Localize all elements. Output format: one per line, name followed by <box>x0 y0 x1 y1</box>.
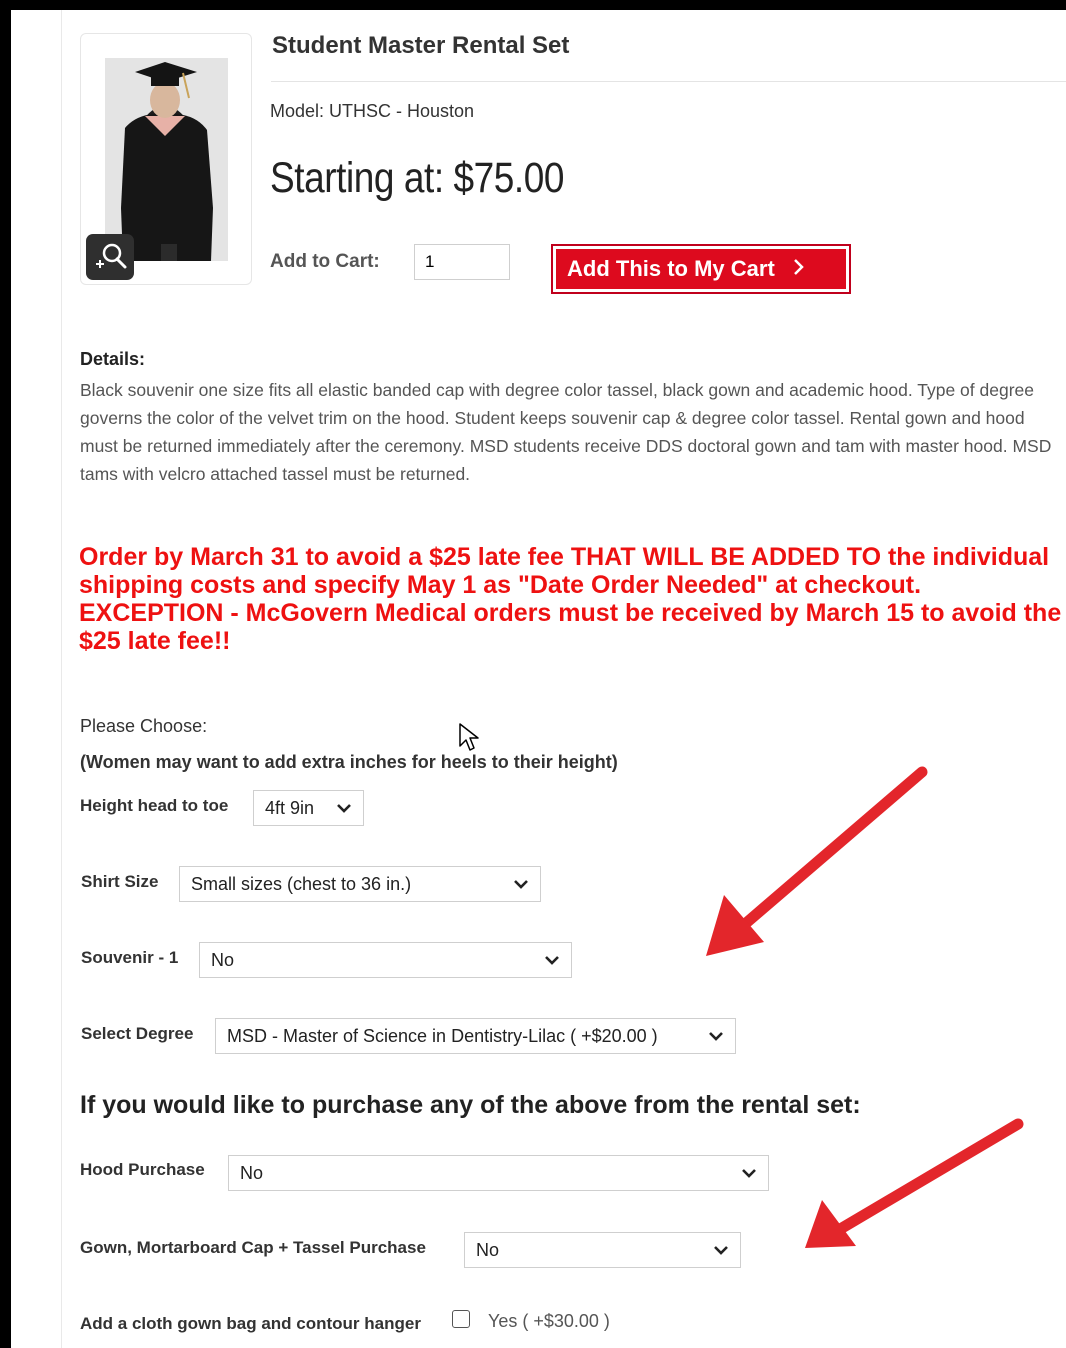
product-model: Model: UTHSC - Houston <box>270 101 475 121</box>
product-title: Student Master Rental Set <box>272 32 570 59</box>
hood-purchase-select[interactable]: No <box>228 1155 769 1191</box>
chevron-down-icon <box>709 1032 723 1041</box>
late-fee-notice: Order by March 31 to avoid a $25 late fe… <box>79 543 1062 655</box>
details-text: Black souvenir one size fits all elastic… <box>80 380 1052 484</box>
red-arrow-icon <box>805 1118 1024 1248</box>
product-photo[interactable] <box>105 58 228 261</box>
gown-purchase-select-value: No <box>476 1239 500 1260</box>
chevron-down-icon <box>545 956 559 965</box>
gown-purchase-label: Gown, Mortarboard Cap + Tassel Purchase <box>80 1238 426 1257</box>
gown-bag-option-label: Yes ( +$30.00 ) <box>488 1311 610 1331</box>
height-select-value: 4ft 9in <box>265 797 315 818</box>
product-price: Starting at: $75.00 <box>270 154 565 202</box>
add-to-cart-button[interactable]: Add This to My Cart <box>551 244 851 294</box>
mouse-pointer-icon <box>459 723 479 751</box>
height-select[interactable]: 4ft 9in <box>253 790 364 826</box>
hood-purchase-select-value: No <box>240 1162 264 1183</box>
zoom-in-icon <box>96 243 127 269</box>
souvenir-label: Souvenir - 1 <box>81 948 179 967</box>
screenshot-border-left <box>0 0 11 1348</box>
screenshot-border-top <box>0 0 1066 10</box>
shirt-size-label: Shirt Size <box>81 872 159 891</box>
zoom-button[interactable] <box>86 234 134 280</box>
details-heading: Details: <box>80 349 146 369</box>
add-to-cart-button-label: Add This to My Cart <box>567 256 775 281</box>
chevron-down-icon <box>337 804 351 813</box>
purchase-heading: If you would like to purchase any of the… <box>80 1091 861 1119</box>
red-arrow-icon <box>706 766 928 956</box>
quantity-input[interactable] <box>414 244 510 280</box>
shirt-size-select-value: Small sizes (chest to 36 in.) <box>191 873 412 894</box>
shirt-size-select[interactable]: Small sizes (chest to 36 in.) <box>179 866 541 902</box>
hood-purchase-label: Hood Purchase <box>80 1160 205 1179</box>
chevron-right-icon <box>793 256 805 282</box>
height-note: (Women may want to add extra inches for … <box>80 752 618 772</box>
please-choose-label: Please Choose: <box>80 716 208 736</box>
degree-select[interactable]: MSD - Master of Science in Dentistry-Lil… <box>215 1018 736 1054</box>
souvenir-select-value: No <box>211 949 235 970</box>
degree-label: Select Degree <box>81 1024 194 1043</box>
gown-purchase-select[interactable]: No <box>464 1232 741 1268</box>
page-gutter <box>61 10 62 1348</box>
add-to-cart-label: Add to Cart: <box>270 251 380 272</box>
chevron-down-icon <box>714 1246 728 1255</box>
height-label: Height head to toe <box>80 796 229 815</box>
degree-select-value: MSD - Master of Science in Dentistry-Lil… <box>227 1025 658 1046</box>
title-divider <box>271 81 1066 82</box>
gown-bag-checkbox[interactable] <box>452 1310 470 1328</box>
souvenir-select[interactable]: No <box>199 942 572 978</box>
gown-bag-label: Add a cloth gown bag and contour hanger <box>80 1314 421 1333</box>
chevron-down-icon <box>742 1169 756 1178</box>
chevron-down-icon <box>514 880 528 889</box>
